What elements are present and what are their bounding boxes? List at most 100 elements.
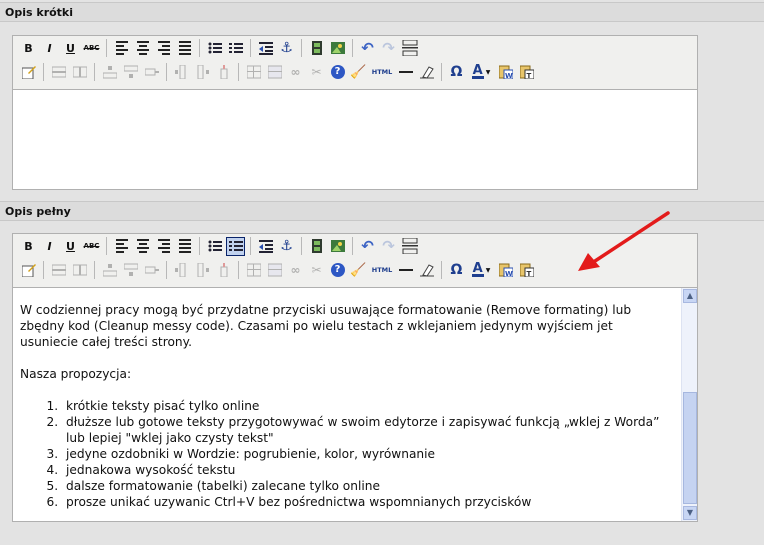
numbered-list-button[interactable]	[226, 39, 245, 58]
insert-table-col-button[interactable]	[70, 261, 89, 280]
strikethrough-button[interactable]: ABC	[82, 237, 101, 256]
scroll-thumb[interactable]	[683, 392, 697, 504]
font-color-button[interactable]: A ▼	[468, 63, 494, 82]
html-button[interactable]: HTML	[370, 261, 394, 280]
split-cells-button[interactable]	[244, 63, 263, 82]
strikethrough-button[interactable]: ABC	[82, 39, 101, 58]
bullet-list-button[interactable]	[205, 237, 224, 256]
outdent-icon	[258, 240, 273, 253]
delete-row-button[interactable]	[142, 261, 161, 280]
link-button[interactable]: ∞	[286, 63, 305, 82]
redo-button[interactable]: ↷	[379, 39, 398, 58]
remove-format-button[interactable]	[417, 63, 436, 82]
horizontal-rule-button[interactable]	[396, 63, 415, 82]
link-button[interactable]: ∞	[286, 261, 305, 280]
list-item: dalsze formatowanie (tabelki) zalecane t…	[62, 478, 670, 494]
numbered-list-button[interactable]	[226, 236, 245, 256]
scroll-down-button[interactable]: ▼	[683, 506, 697, 520]
align-left-button[interactable]	[112, 237, 131, 256]
color-swatch-icon	[471, 76, 484, 79]
delete-col-button[interactable]	[214, 261, 233, 280]
italic-button[interactable]: I	[40, 237, 59, 256]
editor-full: B I U ABC ⚓ ↶ ↷ ∞ ✂ ? 🧹 HTML Ω A ▼ W T W…	[12, 233, 698, 522]
editor-short-content[interactable]	[13, 89, 697, 189]
toolbar-separator	[441, 261, 442, 279]
align-right-button[interactable]	[154, 39, 173, 58]
col-before-button[interactable]	[172, 261, 191, 280]
insert-table-row-button[interactable]	[49, 63, 68, 82]
html-button[interactable]: HTML	[370, 63, 394, 82]
vertical-scrollbar[interactable]: ▲ ▼	[681, 288, 697, 521]
bullet-list-button[interactable]	[205, 39, 224, 58]
delete-col-button[interactable]	[214, 63, 233, 82]
help-button[interactable]: ?	[328, 261, 347, 280]
delete-col-icon	[220, 65, 227, 79]
delete-row-button[interactable]	[142, 63, 161, 82]
paste-from-word-button[interactable]: W	[496, 261, 515, 280]
paste-as-text-button[interactable]: T	[517, 261, 536, 280]
row-before-button[interactable]	[100, 63, 119, 82]
underline-button[interactable]: U	[61, 237, 80, 256]
align-left-button[interactable]	[112, 39, 131, 58]
help-button[interactable]: ?	[328, 63, 347, 82]
page-break-button[interactable]	[400, 237, 419, 256]
insert-image-button[interactable]	[328, 237, 347, 256]
insert-table-row-button[interactable]	[49, 261, 68, 280]
insert-table-col-button[interactable]	[70, 63, 89, 82]
edit-source-button[interactable]	[19, 63, 38, 82]
redo-icon: ↷	[382, 237, 395, 255]
anchor-icon: ⚓	[280, 238, 293, 254]
align-justify-button[interactable]	[175, 237, 194, 256]
anchor-button[interactable]: ⚓	[277, 39, 296, 58]
paste-as-text-button[interactable]: T	[517, 63, 536, 82]
anchor-button[interactable]: ⚓	[277, 237, 296, 256]
horizontal-rule-button[interactable]	[396, 261, 415, 280]
row-after-icon	[123, 263, 138, 276]
align-justify-button[interactable]	[175, 39, 194, 58]
bold-button[interactable]: B	[19, 39, 38, 58]
cleanup-button[interactable]: 🧹	[349, 261, 368, 280]
undo-button[interactable]: ↶	[358, 39, 377, 58]
italic-button[interactable]: I	[40, 39, 59, 58]
broom-icon: 🧹	[350, 262, 367, 278]
row-after-button[interactable]	[121, 63, 140, 82]
outdent-button[interactable]	[256, 39, 275, 58]
redo-button[interactable]: ↷	[379, 237, 398, 256]
align-center-button[interactable]	[133, 237, 152, 256]
align-right-button[interactable]	[154, 237, 173, 256]
paste-from-word-button[interactable]: W	[496, 63, 515, 82]
split-cells-button[interactable]	[244, 261, 263, 280]
col-after-icon	[197, 263, 209, 277]
col-after-button[interactable]	[193, 261, 212, 280]
special-char-button[interactable]: Ω	[447, 63, 466, 82]
row-before-button[interactable]	[100, 261, 119, 280]
merge-cells-button[interactable]	[265, 63, 284, 82]
unlink-button[interactable]: ✂	[307, 261, 326, 280]
insert-image-button[interactable]	[328, 39, 347, 58]
link-icon: ∞	[290, 65, 301, 79]
section-title-short: Opis krótki	[5, 6, 74, 19]
scroll-up-button[interactable]: ▲	[683, 289, 697, 303]
outdent-button[interactable]	[256, 237, 275, 256]
numbered-list-icon	[228, 241, 243, 251]
edit-source-button[interactable]	[19, 261, 38, 280]
font-color-button[interactable]: A ▼	[468, 261, 494, 280]
merge-cells-button[interactable]	[265, 261, 284, 280]
cleanup-button[interactable]: 🧹	[349, 63, 368, 82]
underline-button[interactable]: U	[61, 39, 80, 58]
align-center-button[interactable]	[133, 39, 152, 58]
col-before-button[interactable]	[172, 63, 191, 82]
bold-button[interactable]: B	[19, 237, 38, 256]
unlink-button[interactable]: ✂	[307, 63, 326, 82]
undo-button[interactable]: ↶	[358, 237, 377, 256]
insert-media-button[interactable]	[307, 237, 326, 256]
special-char-button[interactable]: Ω	[447, 261, 466, 280]
editor-full-content[interactable]: W codziennej pracy mogą być przydatne pr…	[13, 287, 697, 521]
page-break-button[interactable]	[400, 39, 419, 58]
remove-format-button[interactable]	[417, 261, 436, 280]
toolbar-separator	[106, 39, 107, 57]
film-icon	[311, 41, 322, 55]
insert-media-button[interactable]	[307, 39, 326, 58]
row-after-button[interactable]	[121, 261, 140, 280]
col-after-button[interactable]	[193, 63, 212, 82]
